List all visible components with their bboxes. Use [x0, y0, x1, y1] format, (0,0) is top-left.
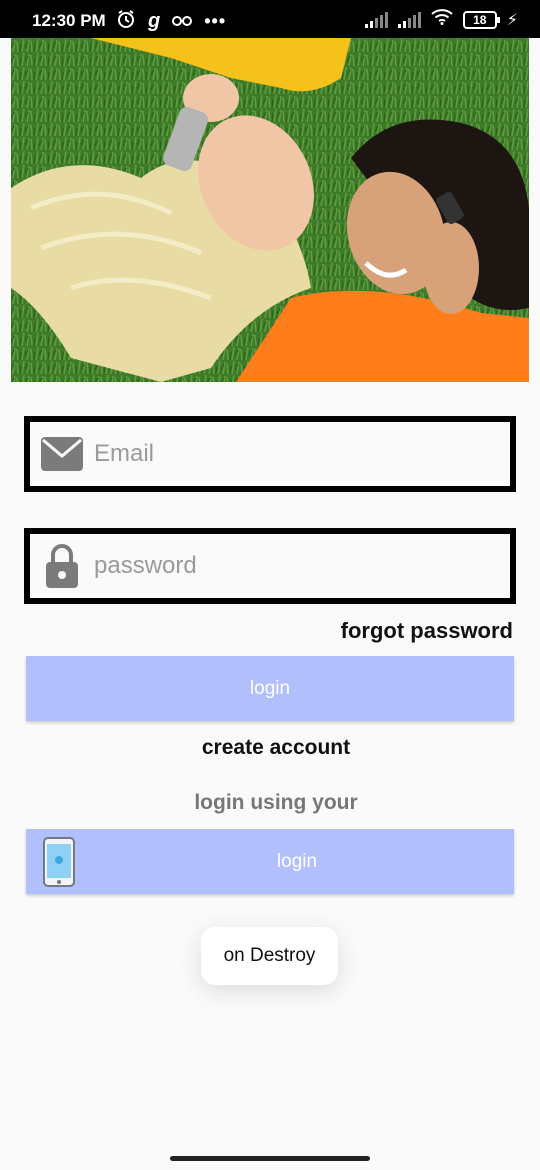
glasses-icon	[172, 11, 193, 32]
create-account-link[interactable]: create account	[0, 736, 540, 760]
battery-icon: 18	[462, 10, 500, 29]
signal-icon	[364, 11, 388, 28]
password-field[interactable]	[24, 528, 516, 604]
charging-icon: ⚡	[506, 11, 518, 29]
hero-image	[11, 38, 529, 382]
phone-icon	[43, 837, 75, 887]
more-dots-icon: •••	[204, 11, 227, 31]
status-right: 18 ⚡	[364, 9, 518, 30]
toast-message: on Destroy	[201, 927, 338, 985]
status-icons: g •••	[116, 9, 226, 34]
status-time: 12:30 PM	[32, 11, 106, 30]
password-input[interactable]	[94, 534, 494, 598]
lock-icon	[46, 544, 78, 588]
alarm-icon	[116, 9, 136, 34]
email-icon	[41, 437, 83, 471]
status-bar: 12:30 PM g ••• 18 ⚡	[0, 0, 540, 38]
login-using-label: login using your	[194, 791, 358, 814]
signal-icon	[397, 11, 421, 28]
email-field[interactable]	[24, 416, 516, 492]
phone-login-label: login	[276, 851, 318, 872]
login-button[interactable]: login	[26, 656, 514, 721]
home-indicator[interactable]	[170, 1156, 370, 1161]
g-app-icon: g	[148, 10, 161, 32]
wifi-icon	[431, 9, 453, 30]
forgot-password-link[interactable]: forgot password	[341, 618, 513, 644]
email-input[interactable]	[94, 422, 494, 486]
phone-login-button[interactable]: login	[26, 829, 514, 894]
